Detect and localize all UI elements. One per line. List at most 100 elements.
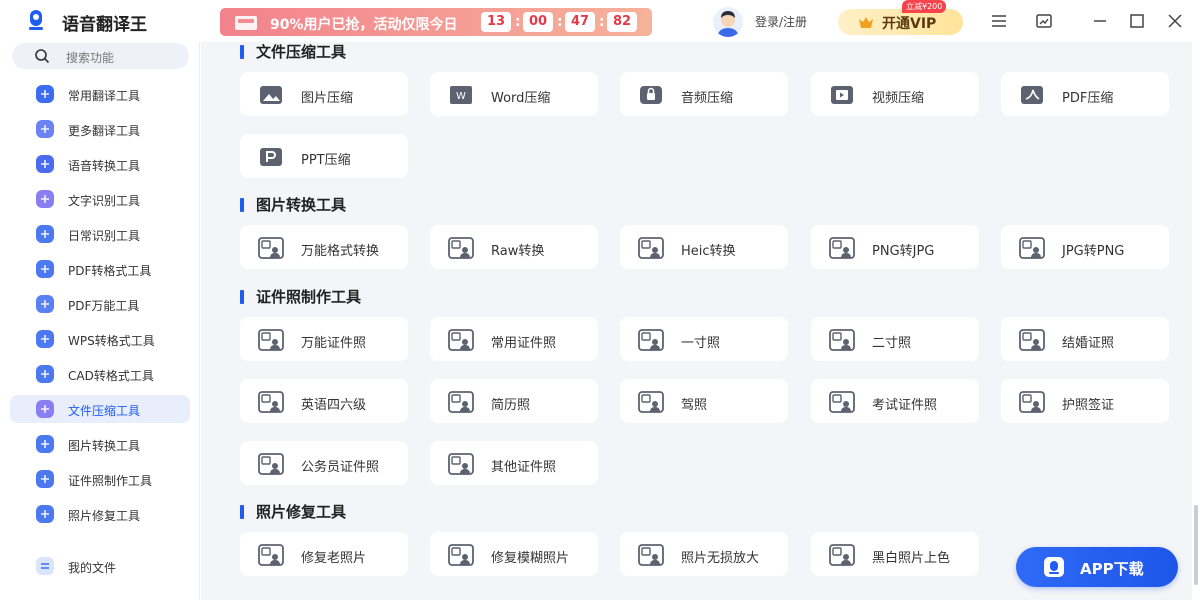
promo-banner[interactable]: 90%用户已抢，活动仅限今日 13 : 00 : 47 : 82: [220, 8, 652, 36]
file-compress-icon: [36, 400, 54, 418]
sidebar-item-label: 我的文件: [68, 561, 117, 575]
close-icon[interactable]: [1165, 11, 1185, 31]
tool-card-label: 护照签证: [1062, 398, 1115, 413]
pdf-convert-icon: [36, 260, 54, 278]
tool-card-label: 音频压缩: [681, 91, 734, 106]
avatar[interactable]: [713, 7, 743, 37]
tool-card-label: Heic转换: [681, 244, 736, 259]
more-translate-icon: [36, 120, 54, 138]
sidebar-item-cad-convert[interactable]: CAD转格式工具: [10, 360, 190, 388]
tool-card-label: 黑白照片上色: [872, 551, 951, 566]
tool-card-common-id[interactable]: 常用证件照: [430, 317, 598, 361]
countdown-separator: :: [599, 14, 605, 30]
sidebar-item-wps-convert[interactable]: WPS转格式工具: [10, 325, 190, 353]
wps-convert-icon: [36, 330, 54, 348]
sidebar-item-label: 更多翻译工具: [68, 124, 141, 138]
tool-card-ppt[interactable]: PPT压缩: [240, 134, 408, 178]
tool-card-pdf[interactable]: PDF压缩: [1001, 72, 1169, 116]
login-register-link[interactable]: 登录/注册: [755, 13, 807, 30]
sidebar-item-file-compress[interactable]: 文件压缩工具: [10, 395, 190, 423]
promo-text: 90%用户已抢，活动仅限今日: [270, 17, 458, 33]
app-download-label: APP下载: [1080, 560, 1144, 578]
tool-card-label: 常用证件照: [491, 336, 557, 351]
main-content: 文件压缩工具 图片压缩 W Word压缩 音频压缩 视频压缩 PDF压缩 PPT压缩 图片转换工…: [201, 42, 1192, 600]
sidebar-item-my-files[interactable]: 我的文件: [10, 552, 190, 580]
sidebar-item-more-translate[interactable]: 更多翻译工具: [10, 115, 190, 143]
tool-card-label: 结婚证照: [1062, 336, 1115, 351]
tool-card-exam-photo[interactable]: 考试证件照: [811, 379, 979, 423]
countdown-minutes: 00: [523, 12, 553, 32]
word-icon: W: [448, 84, 474, 106]
search-icon: [35, 49, 50, 64]
sidebar: 搜索功能 常用翻译工具 更多翻译工具语音转换工具 文字识别工具日常识别工具 PDF转格…: [0, 42, 200, 600]
tool-card-colorize[interactable]: 黑白照片上色: [811, 532, 979, 576]
tool-card-old-photo[interactable]: 修复老照片: [240, 532, 408, 576]
sidebar-item-label: 日常识别工具: [68, 229, 141, 243]
search-placeholder: 搜索功能: [66, 51, 115, 65]
upscale-icon: [638, 544, 664, 566]
tool-card-driver-license[interactable]: 驾照: [620, 379, 788, 423]
section-title-text: 照片修复工具: [256, 503, 347, 521]
sidebar-item-label: CAD转格式工具: [68, 369, 154, 383]
sidebar-item-photo-repair[interactable]: 照片修复工具: [10, 500, 190, 528]
sidebar-item-daily-recognition[interactable]: 日常识别工具: [10, 220, 190, 248]
sidebar-item-label: 常用翻译工具: [68, 89, 141, 103]
sidebar-item-translate[interactable]: 常用翻译工具: [10, 80, 190, 108]
screenshot-icon[interactable]: [1034, 11, 1054, 31]
tool-card-label: PNG转JPG: [872, 244, 935, 259]
tool-card-video[interactable]: 视频压缩: [811, 72, 979, 116]
tool-card-passport[interactable]: 护照签证: [1001, 379, 1169, 423]
tool-card-audio-lock[interactable]: 音频压缩: [620, 72, 788, 116]
marriage-photo-icon: [1019, 329, 1045, 351]
scrollbar-thumb[interactable]: [1194, 505, 1198, 585]
tool-card-universal-convert[interactable]: 万能格式转换: [240, 225, 408, 269]
menu-icon[interactable]: [989, 11, 1009, 31]
vip-button[interactable]: 开通VIP: [838, 9, 963, 35]
tool-card-resume-photo[interactable]: 简历照: [430, 379, 598, 423]
maximize-icon[interactable]: [1127, 11, 1147, 31]
tool-card-civil-servant[interactable]: 公务员证件照: [240, 441, 408, 485]
audio-lock-icon: [638, 84, 664, 106]
tool-card-label: 万能格式转换: [301, 244, 380, 259]
minimize-icon[interactable]: [1090, 11, 1110, 31]
tool-card-other-id[interactable]: 其他证件照: [430, 441, 598, 485]
crown-icon: [859, 17, 873, 28]
tool-card-png-jpg[interactable]: PNG转JPG: [811, 225, 979, 269]
countdown-centiseconds: 82: [607, 12, 637, 32]
jpg-png-icon: [1019, 237, 1045, 259]
tool-card-one-inch[interactable]: 一寸照: [620, 317, 788, 361]
tool-card-upscale[interactable]: 照片无损放大: [620, 532, 788, 576]
section-title: 照片修复工具: [240, 501, 346, 522]
tool-card-raw[interactable]: Raw转换: [430, 225, 598, 269]
sidebar-item-id-photo[interactable]: 证件照制作工具: [10, 465, 190, 493]
tool-card-jpg-png[interactable]: JPG转PNG: [1001, 225, 1169, 269]
tool-card-universal-id[interactable]: 万能证件照: [240, 317, 408, 361]
gift-icon: [235, 16, 257, 30]
sidebar-item-text-recognition[interactable]: 文字识别工具: [10, 185, 190, 213]
tool-card-blur-photo[interactable]: 修复模糊照片: [430, 532, 598, 576]
sidebar-item-music-note[interactable]: 语音转换工具: [10, 150, 190, 178]
tool-card-heic[interactable]: Heic转换: [620, 225, 788, 269]
tool-card-two-inch[interactable]: 二寸照: [811, 317, 979, 361]
countdown-separator: :: [557, 14, 563, 30]
folder-icon: [36, 557, 54, 575]
tool-card-marriage-photo[interactable]: 结婚证照: [1001, 317, 1169, 361]
sidebar-item-pdf-tools[interactable]: PDF万能工具: [10, 290, 190, 318]
resume-photo-icon: [448, 391, 474, 413]
video-icon: [829, 84, 855, 106]
tool-card-word[interactable]: W Word压缩: [430, 72, 598, 116]
passport-icon: [1019, 391, 1045, 413]
two-inch-icon: [829, 329, 855, 351]
photo-repair-icon: [36, 505, 54, 523]
sidebar-item-label: 照片修复工具: [68, 509, 141, 523]
translate-icon: [36, 85, 54, 103]
music-note-icon: [36, 155, 54, 173]
tool-card-image[interactable]: 图片压缩: [240, 72, 408, 116]
tool-card-english-exam[interactable]: 英语四六级: [240, 379, 408, 423]
english-exam-icon: [258, 391, 284, 413]
sidebar-item-image-convert[interactable]: 图片转换工具: [10, 430, 190, 458]
sidebar-item-pdf-convert[interactable]: PDF转格式工具: [10, 255, 190, 283]
search-input[interactable]: 搜索功能: [12, 43, 189, 69]
app-download-button[interactable]: APP下载: [1016, 547, 1178, 587]
one-inch-icon: [638, 329, 664, 351]
